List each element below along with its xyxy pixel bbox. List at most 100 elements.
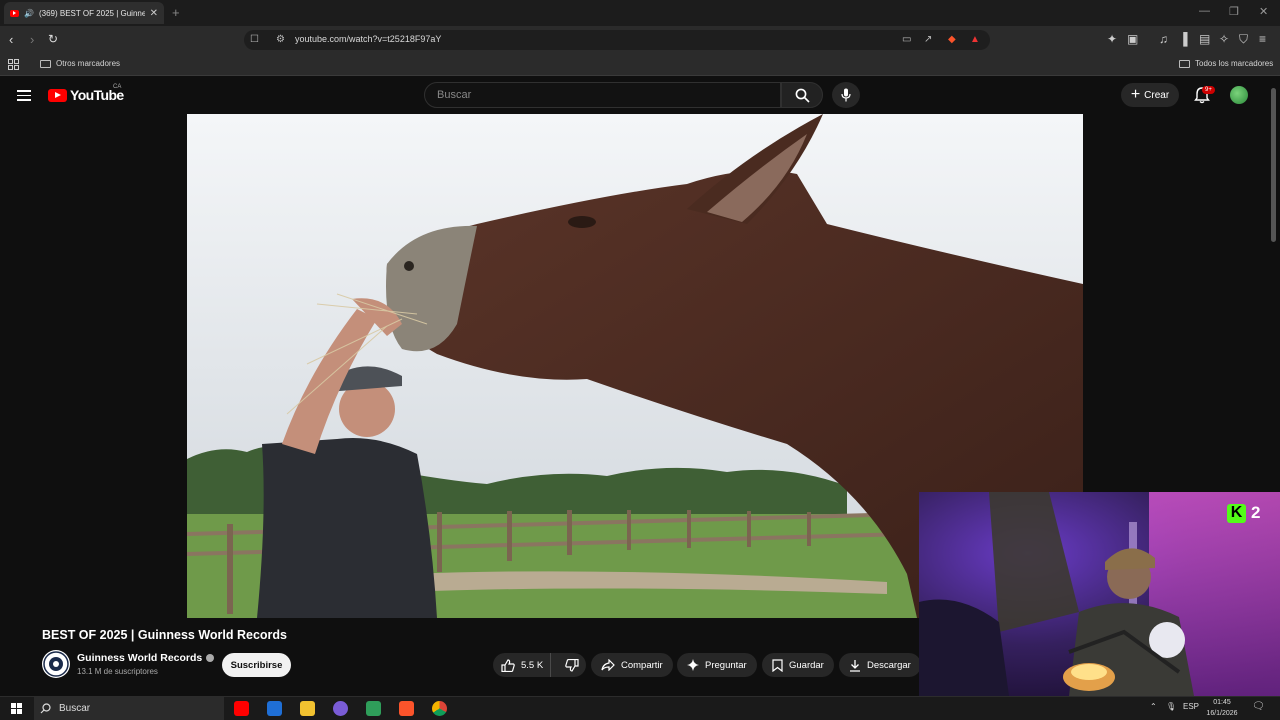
thumbs-up-icon <box>501 658 515 672</box>
sparkle-icon <box>687 659 699 671</box>
browser-tab[interactable]: 🔊 (369) BEST OF 2025 | Guinness ✕ <box>4 2 164 24</box>
youtube-app-icon[interactable] <box>234 701 249 716</box>
screenshot-icon[interactable]: ▣ <box>1127 32 1138 46</box>
tab-title: (369) BEST OF 2025 | Guinness <box>38 8 145 18</box>
download-button[interactable]: Descargar <box>839 653 921 677</box>
new-tab-icon[interactable]: + <box>172 5 180 20</box>
taskbar-clock[interactable]: 01:45 16/1/2026 <box>1202 697 1242 719</box>
search-box[interactable] <box>424 82 781 108</box>
hamburger-menu-icon[interactable] <box>17 90 31 101</box>
back-icon[interactable]: ‹ <box>9 32 13 47</box>
bookmark-save-icon <box>772 658 783 672</box>
youtube-play-icon <box>48 88 67 102</box>
search-icon <box>795 88 810 103</box>
notification-center-icon[interactable]: 🗨 <box>1252 701 1265 712</box>
chrome-browser-icon[interactable] <box>432 701 447 716</box>
like-button[interactable]: 5.5 K <box>493 653 551 677</box>
search-button[interactable] <box>781 82 823 108</box>
taskbar-search[interactable]: Buscar <box>34 697 224 720</box>
tray-chevron-icon[interactable]: ⌃ <box>1150 702 1157 711</box>
bookmark-folder-other[interactable]: Otros marcadores <box>40 59 120 68</box>
save-label: Guardar <box>789 659 824 671</box>
folder-icon <box>1179 59 1190 68</box>
subscribe-button[interactable]: Suscribirse <box>222 653 291 677</box>
messenger-app-icon[interactable] <box>333 701 348 716</box>
channel-avatar[interactable] <box>42 650 70 678</box>
bookmarks-bar: Otros marcadores Todos los marcadores <box>0 54 1280 76</box>
window-close-icon[interactable]: ✕ <box>1259 5 1268 18</box>
clock-date: 16/1/2026 <box>1206 710 1238 717</box>
share-page-icon[interactable]: ↗ <box>924 34 932 45</box>
bookmark-folder-label: Todos los marcadores <box>1195 59 1274 68</box>
brave-shields-icon[interactable]: ◆ <box>948 34 956 45</box>
browser-toolbar: ‹ › ↻ ☐ ⚙ youtube.com/watch?v=t25218F97a… <box>0 26 1280 54</box>
vpn-shield-icon[interactable]: ⛉ <box>1239 32 1248 47</box>
windows-taskbar: Buscar ⌃ 🎙 ESP 01:45 16/1/2026 🗨 <box>0 696 1280 720</box>
search-icon <box>40 703 51 714</box>
bookmark-folder-label: Otros marcadores <box>56 59 121 68</box>
close-tab-icon[interactable]: ✕ <box>150 8 158 19</box>
leo-ai-icon[interactable]: ✧ <box>1219 32 1229 46</box>
brave-rewards-icon[interactable]: ▲ <box>970 34 980 45</box>
extensions-icon[interactable]: ✦ <box>1107 32 1117 46</box>
kick-viewer-count: 2 <box>1251 503 1261 522</box>
download-label: Descargar <box>867 659 911 671</box>
taskbar-search-label: Buscar <box>59 703 91 714</box>
youtube-logo[interactable]: YouTube CA <box>48 84 124 103</box>
kick-app-icon[interactable] <box>366 701 381 716</box>
microphone-tray-icon[interactable]: 🎙 <box>1166 702 1176 711</box>
restore-icon[interactable]: ❐ <box>1229 5 1239 18</box>
share-arrow-icon <box>601 659 615 671</box>
minimize-icon[interactable]: — <box>1199 5 1210 17</box>
wallet-icon[interactable]: ▤ <box>1199 32 1210 46</box>
bookmark-folder-all[interactable]: Todos los marcadores <box>1179 59 1273 68</box>
create-button[interactable]: + Crear <box>1121 83 1179 107</box>
verified-check-icon <box>206 654 215 662</box>
guinness-logo-icon <box>43 651 69 677</box>
ask-button[interactable]: Preguntar <box>677 653 757 677</box>
file-explorer-icon[interactable] <box>300 701 315 716</box>
webcam-image <box>919 492 1280 696</box>
like-count: 5.5 K <box>521 659 544 671</box>
save-button[interactable]: Guardar <box>762 653 834 677</box>
youtube-header: YouTube CA + Crear <box>0 76 1280 114</box>
input-language[interactable]: ESP <box>1183 702 1199 711</box>
video-title: BEST OF 2025 | Guinness World Records <box>42 628 287 642</box>
media-icon[interactable]: ♫ <box>1159 32 1168 46</box>
search-input[interactable] <box>425 83 780 107</box>
windows-start-icon[interactable] <box>11 703 22 714</box>
bookmark-icon[interactable]: ☐ <box>250 34 259 45</box>
like-dislike-group: 5.5 K <box>493 653 586 677</box>
apps-grid-icon[interactable] <box>8 59 19 70</box>
microsoft-store-icon[interactable] <box>267 701 282 716</box>
speaker-icon[interactable]: 🔊 <box>24 9 34 18</box>
user-avatar[interactable] <box>1230 86 1248 104</box>
address-bar[interactable]: ☐ ⚙ youtube.com/watch?v=t25218F97aY ▭ ↗ … <box>244 30 990 50</box>
menu-icon[interactable]: ≡ <box>1259 32 1266 46</box>
kick-viewer-badge: K 2 <box>1227 503 1260 523</box>
notification-badge: 9+ <box>1202 86 1215 94</box>
kick-logo-icon: K <box>1227 503 1246 523</box>
page-scrollbar[interactable] <box>1271 88 1276 242</box>
dislike-button[interactable] <box>557 653 586 677</box>
site-settings-icon[interactable]: ⚙ <box>276 34 285 45</box>
download-icon <box>850 659 860 672</box>
subscriber-count: 13.1 M de suscriptores <box>77 667 158 676</box>
country-code: CA <box>113 84 122 90</box>
reload-icon[interactable]: ↻ <box>48 32 58 46</box>
ask-label: Preguntar <box>705 659 747 671</box>
cast-icon[interactable]: ▭ <box>902 34 911 45</box>
plus-icon: + <box>1130 86 1141 103</box>
brave-browser-icon[interactable] <box>399 701 414 716</box>
channel-name[interactable]: Guinness World Records <box>77 652 215 664</box>
screen: 🔊 (369) BEST OF 2025 | Guinness ✕ + — ❐ … <box>0 0 1280 720</box>
sidebar-icon[interactable]: ▐ <box>1179 32 1188 46</box>
create-label: Crear <box>1144 89 1170 101</box>
share-button[interactable]: Compartir <box>591 653 673 677</box>
voice-search-button[interactable] <box>832 82 860 108</box>
url-text[interactable]: youtube.com/watch?v=t25218F97aY <box>295 34 441 44</box>
microphone-icon <box>841 88 851 102</box>
forward-icon[interactable]: › <box>30 32 34 47</box>
channel-name-text[interactable]: Guinness World Records <box>77 652 202 664</box>
thumbs-down-icon <box>564 658 579 672</box>
